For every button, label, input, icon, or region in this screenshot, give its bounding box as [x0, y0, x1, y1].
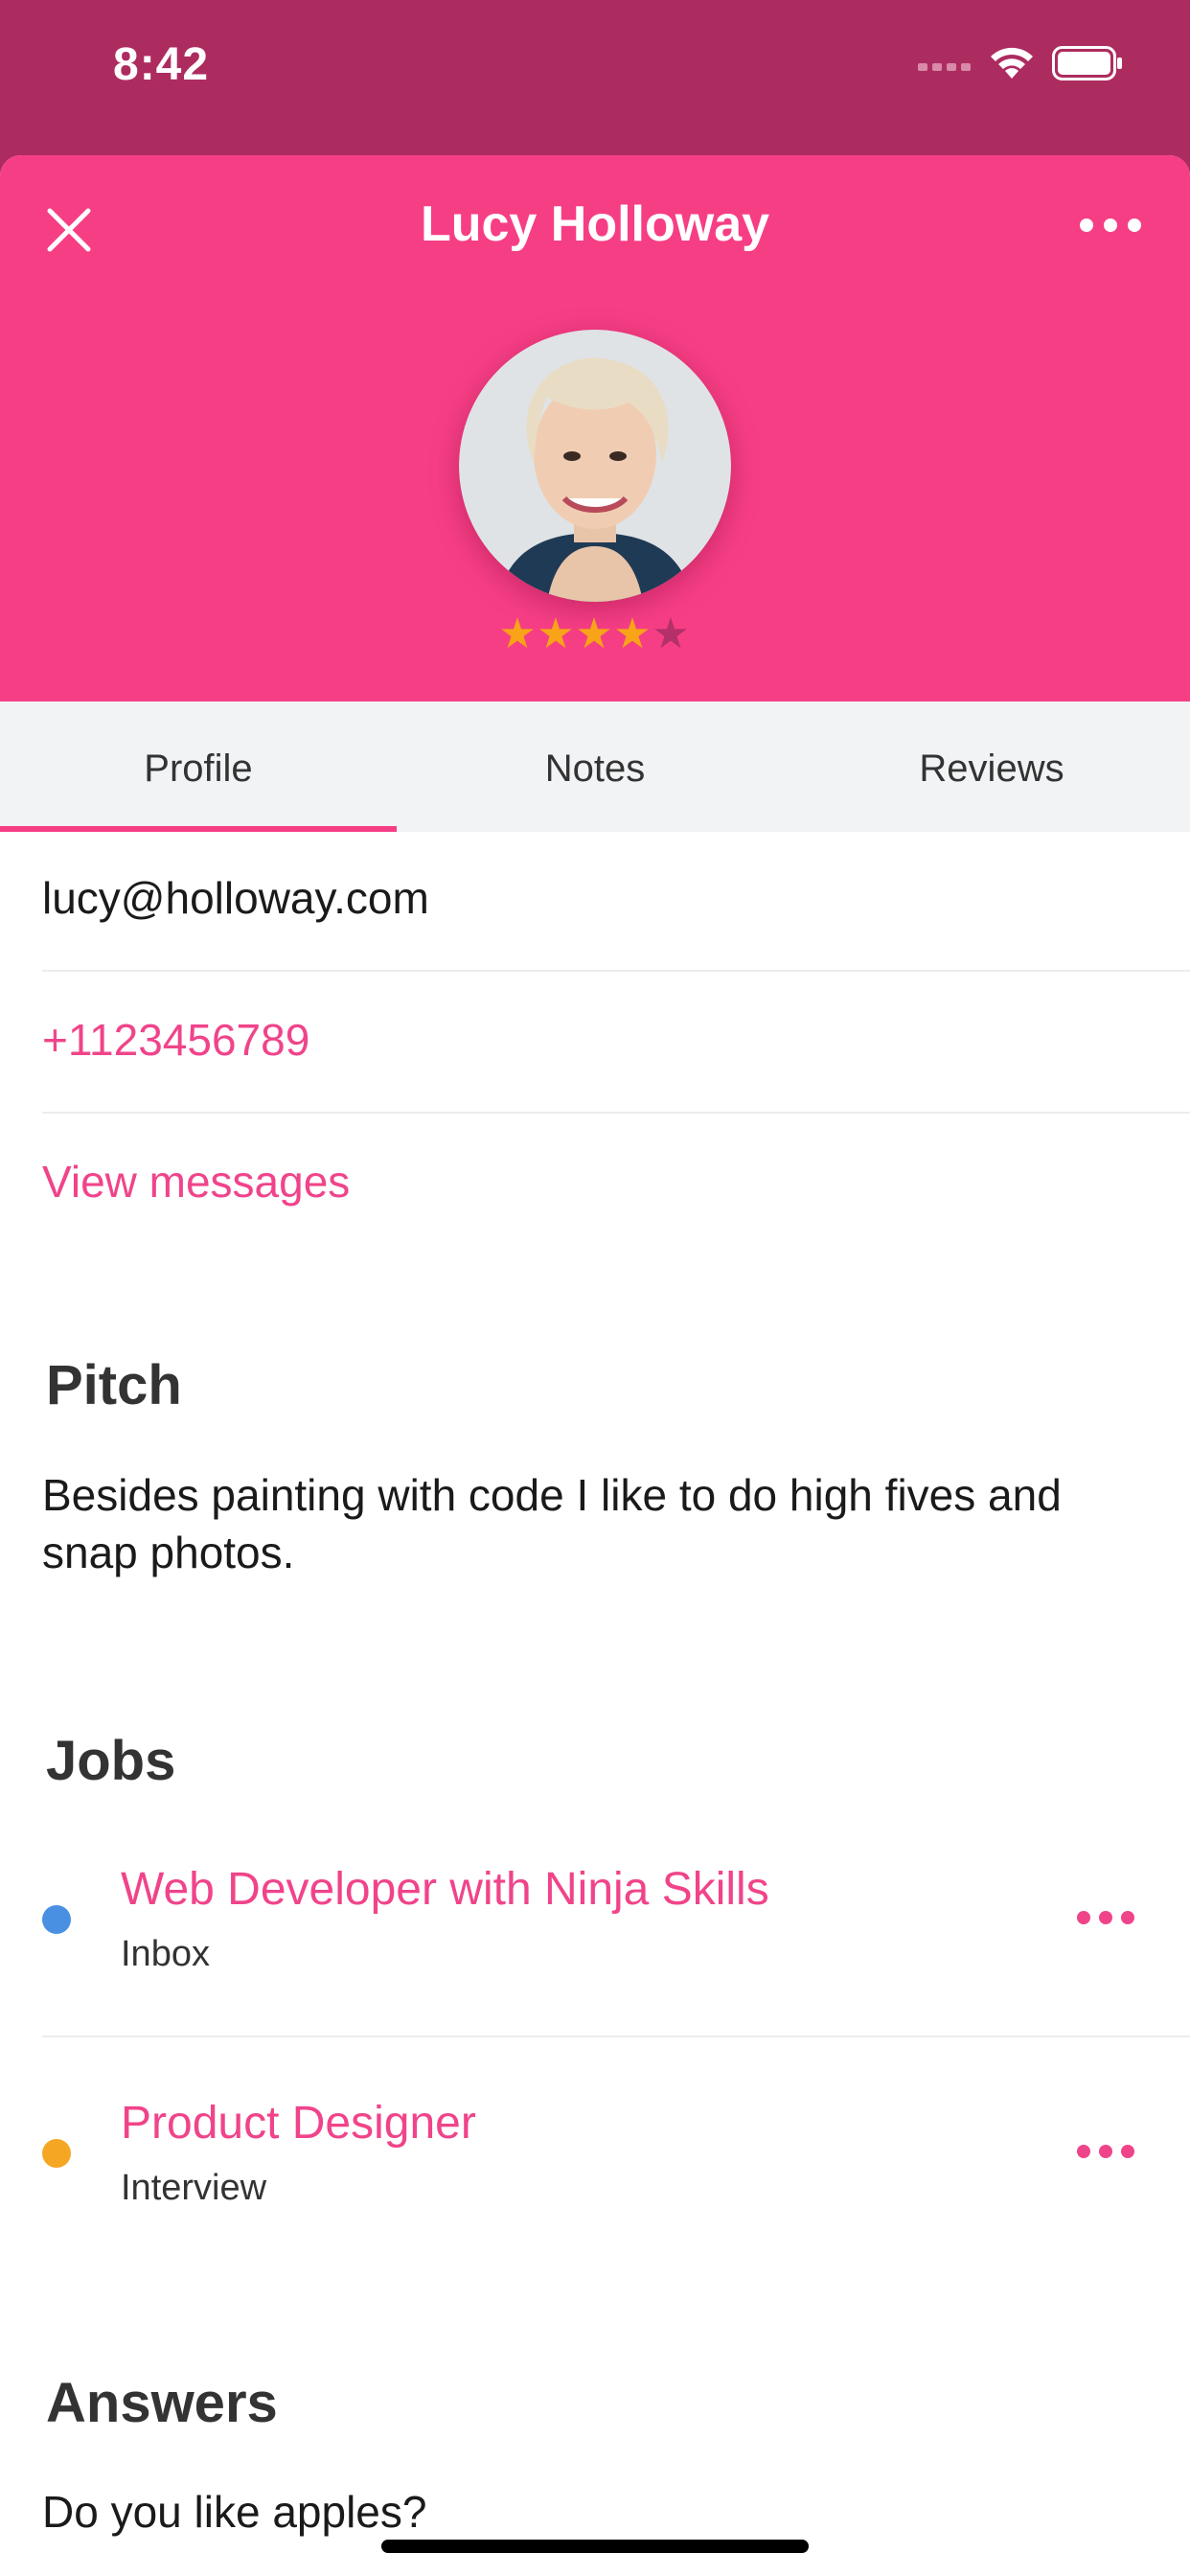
signal-icon	[918, 63, 971, 71]
view-messages-link[interactable]: View messages	[42, 1156, 1190, 1208]
avatar[interactable]	[459, 330, 731, 602]
profile-header: Lucy Holloway ★ ★ ★ ★ ★	[0, 155, 1190, 702]
page-title: Lucy Holloway	[420, 196, 770, 252]
star-icon: ★	[537, 610, 575, 657]
status-time: 8:42	[113, 39, 210, 90]
divider	[42, 970, 1190, 972]
divider	[42, 2036, 1190, 2037]
job-status: Inbox	[121, 1934, 210, 1974]
job-title[interactable]: Web Developer with Ninja Skills	[121, 1863, 769, 1916]
home-indicator[interactable]	[381, 2540, 809, 2553]
battery-icon	[1052, 46, 1122, 80]
star-icon: ★	[613, 610, 652, 657]
job-title[interactable]: Product Designer	[121, 2097, 476, 2150]
tab-notes[interactable]: Notes	[397, 702, 793, 832]
star-icon: ★	[498, 610, 537, 657]
more-icon[interactable]	[1075, 1907, 1136, 1928]
job-status-dot	[42, 1905, 71, 1934]
job-status: Interview	[121, 2168, 267, 2208]
rating-stars: ★ ★ ★ ★ ★	[498, 613, 690, 656]
more-icon[interactable]	[1075, 2141, 1136, 2162]
pitch-text: Besides painting with code I like to do …	[42, 1470, 1062, 1577]
star-icon: ★	[575, 610, 613, 657]
email-field[interactable]: lucy@holloway.com	[42, 872, 1190, 924]
divider	[42, 1112, 1190, 1114]
wifi-icon	[991, 47, 1033, 79]
star-icon: ★	[652, 610, 690, 657]
tab-bar: Profile Notes Reviews	[0, 702, 1190, 832]
answers-heading: Answers	[46, 2372, 278, 2434]
answer-question: Do you like apples?	[42, 2487, 427, 2537]
jobs-heading: Jobs	[46, 1730, 176, 1792]
job-status-dot	[42, 2139, 71, 2168]
tab-reviews[interactable]: Reviews	[793, 702, 1190, 832]
pitch-heading: Pitch	[46, 1354, 182, 1416]
status-bar: 8:42	[0, 0, 1190, 153]
phone-link[interactable]: +1123456789	[42, 1014, 1190, 1066]
more-icon[interactable]	[1077, 211, 1144, 240]
profile-sheet: Lucy Holloway ★ ★ ★ ★ ★ Profile Notes Re…	[0, 155, 1190, 2576]
tab-profile[interactable]: Profile	[0, 702, 397, 832]
